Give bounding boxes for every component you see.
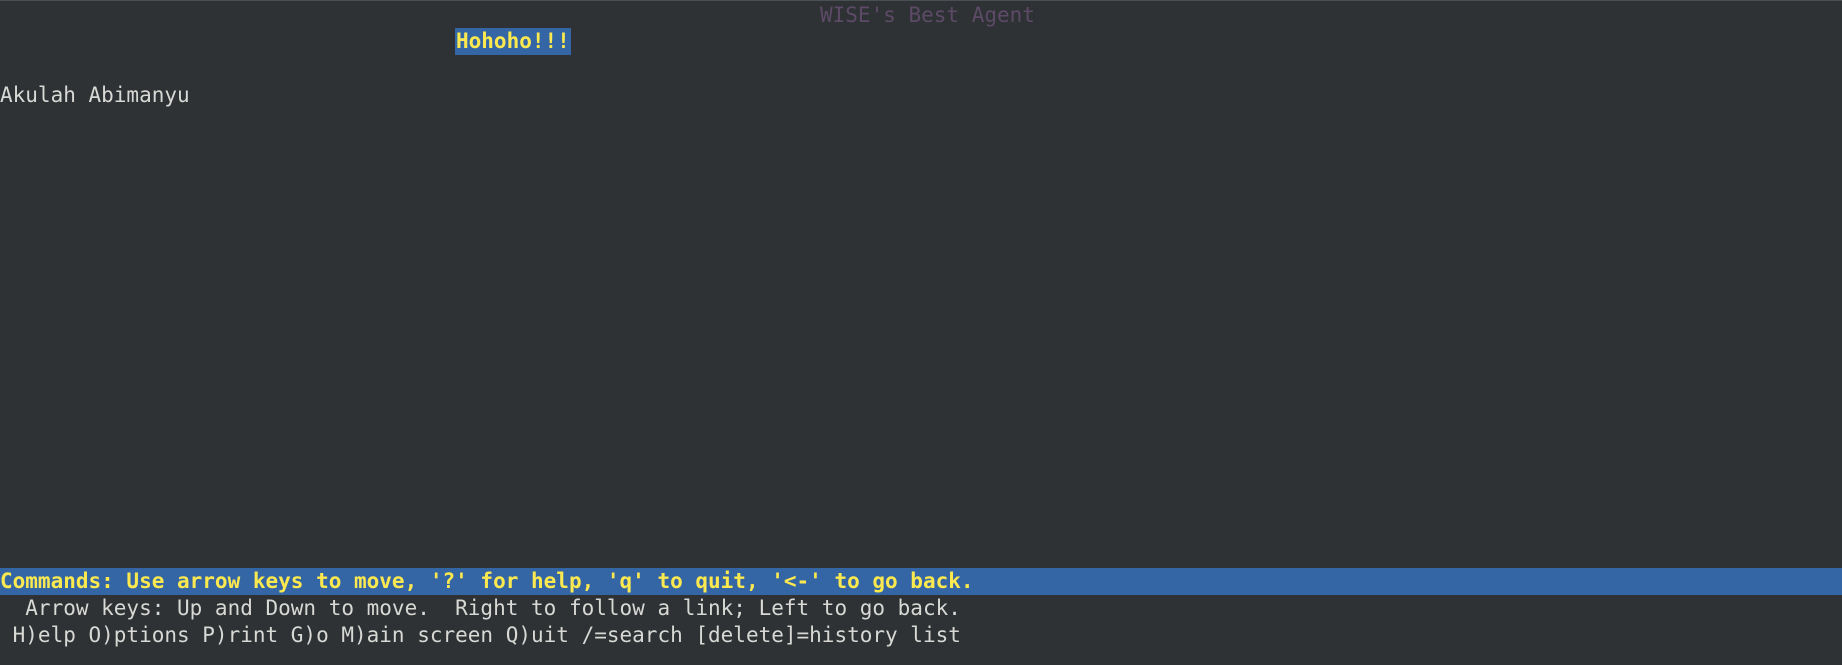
help-navigation-line: Arrow keys: Up and Down to move. Right t… [0,596,961,620]
window-top-border [0,0,1842,1]
page-title: WISE's Best Agent [820,3,1035,27]
help-shortcuts-line: H)elp O)ptions P)rint G)o M)ain screen Q… [0,623,961,647]
selected-link[interactable]: Hohoho!!! [455,28,571,55]
status-commands-text: Commands: Use arrow keys to move, '?' fo… [0,569,974,593]
body-text: Akulah Abimanyu [0,83,190,107]
